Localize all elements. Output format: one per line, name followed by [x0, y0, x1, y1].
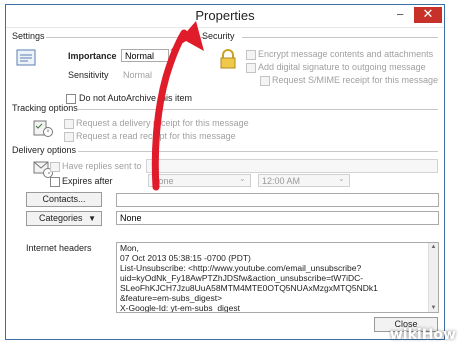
- red-arrow-annotation: [151, 21, 204, 191]
- properties-dialog: Properties − ✕ Settings Importance Norma…: [5, 4, 445, 340]
- wikihow-watermark: wikiHow: [389, 327, 456, 343]
